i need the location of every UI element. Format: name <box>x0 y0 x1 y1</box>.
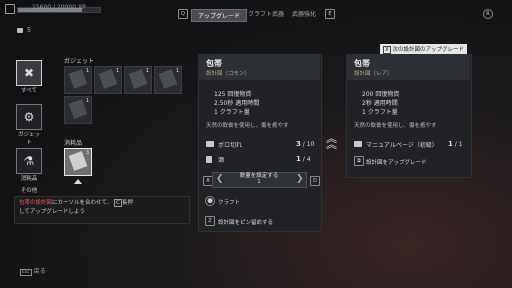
chevron-right-icon[interactable]: ❯ <box>296 174 304 184</box>
nav-label: ガジェット <box>17 132 40 146</box>
gadget-slot[interactable]: 1 <box>64 96 92 124</box>
next-upgrade-tag: X 次の設計図のアップグレード <box>380 44 468 54</box>
bottle-icon: ⚗ <box>16 148 42 174</box>
qty-increase-key[interactable]: D <box>310 176 320 186</box>
current-stat: 2.50秒 適用時間 <box>214 100 260 107</box>
selection-caret-icon <box>74 179 82 184</box>
next-title: 包帯 <box>354 59 370 68</box>
next-description: 天然の軟膏を使用し、傷を癒やす <box>354 123 437 129</box>
xp-text: 15600 / 20000 XP <box>32 4 86 11</box>
nav-item-gadget[interactable]: ⚙ ガジェット <box>16 104 42 146</box>
bandage-slot[interactable]: 3 <box>64 148 92 176</box>
manual-name: マニュアルページ（初級） <box>366 142 438 149</box>
upgrade-blueprint-button[interactable]: 設計図をアップグレード <box>366 158 427 166</box>
tab-next-key[interactable]: E <box>325 9 335 19</box>
tab-prev-key[interactable]: Q <box>178 9 188 19</box>
nav-item-all[interactable]: ✖ すべて <box>16 60 42 94</box>
gadget-slot[interactable]: 1 <box>64 66 92 94</box>
next-stat: 200 回復物資 <box>362 91 400 98</box>
material-count: 1 / 4 <box>296 155 311 163</box>
manual-icon <box>354 141 362 147</box>
material-count: 3 / 10 <box>296 140 315 148</box>
current-stat: 1 クラフト量 <box>214 109 250 116</box>
consumable-category-title: 消耗品 <box>64 140 83 147</box>
rag-icon <box>206 141 214 147</box>
current-description: 天然の軟膏を使用し、傷を癒やす <box>206 123 289 129</box>
pin-blueprint-button[interactable]: 設計図をピン留めする <box>218 218 273 226</box>
corner-button[interactable]: R <box>483 9 493 19</box>
resource-count: 5 <box>27 27 31 34</box>
gadget-slot[interactable]: 1 <box>154 66 182 94</box>
next-stat: 2秒 適用時間 <box>362 100 398 107</box>
current-subtitle: 設計図（コモン） <box>206 71 251 77</box>
upgrade-arrow-icon: ︽ ︽ <box>326 132 337 151</box>
nav-label: 消耗品 <box>20 176 38 182</box>
material-name: 酒 <box>218 157 225 164</box>
craft-button[interactable]: クラフト <box>218 198 240 206</box>
xp-icon <box>5 4 15 14</box>
gadget-slot[interactable]: 1 <box>94 66 122 94</box>
manual-count: 1 / 1 <box>448 140 463 148</box>
next-stat: 1 クラフト量 <box>362 109 398 116</box>
quantity-display: 数量を設定する 1 <box>239 173 279 185</box>
tab-weapon-enhance[interactable]: 武器強化 <box>292 9 316 18</box>
nav-item-misc[interactable]: その他 <box>16 186 42 194</box>
chevron-left-icon[interactable]: ❮ <box>216 174 224 184</box>
hint-tooltip: 包帯の設計図にカーソルを合わせて、 C 長押 してアップグレードしよう <box>14 196 190 224</box>
gadget-slot[interactable]: 1 <box>124 66 152 94</box>
material-name: ボロ切れ <box>218 142 243 149</box>
upgrade-key-icon: ⧉ <box>354 156 364 166</box>
current-stat: 125 回復物資 <box>214 91 252 98</box>
tab-upgrade[interactable]: アップグレード <box>191 9 248 22</box>
next-subtitle: 設計図（レア） <box>354 71 393 77</box>
craft-key-icon: ⬤ <box>205 196 215 206</box>
crossed-tools-icon: ✖ <box>16 60 42 86</box>
nav-item-consumable[interactable]: ⚗ 消耗品 <box>16 148 42 182</box>
pin-key: Z <box>205 216 215 226</box>
nav-label: その他 <box>20 188 38 194</box>
gadget-category-title: ガジェット <box>64 58 95 65</box>
current-title: 包帯 <box>206 59 222 68</box>
hint-key: C <box>114 199 122 207</box>
liquor-icon <box>206 156 212 163</box>
gadget-icon: ⚙ <box>16 104 42 130</box>
resource-icon <box>17 28 23 33</box>
tab-craft-weapons[interactable]: クラフト武器 <box>248 9 284 18</box>
nav-label: すべて <box>21 88 37 94</box>
back-button[interactable]: Esc 戻る <box>20 266 46 276</box>
